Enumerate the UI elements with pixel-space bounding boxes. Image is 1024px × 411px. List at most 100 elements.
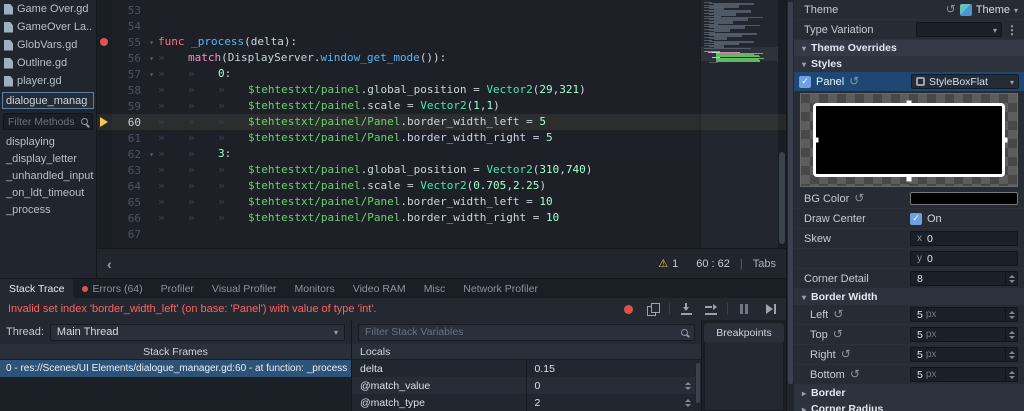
code-line[interactable]: 61»»»$tehtestxt/painel/Panel.border_widt…: [97, 130, 786, 146]
method-list-item[interactable]: _process: [0, 202, 96, 219]
stack-frame-row[interactable]: 0 - res://Scenes/UI Elements/dialogue_ma…: [0, 360, 351, 377]
section-border-width[interactable]: Border Width: [794, 289, 1024, 305]
thread-select[interactable]: Main Thread: [50, 324, 345, 341]
breakpoint-gutter[interactable]: [97, 194, 112, 210]
value-spinner[interactable]: [1005, 368, 1017, 381]
debugger-tab[interactable]: Misc: [415, 279, 455, 298]
type-variation-input[interactable]: [916, 22, 1002, 37]
scrollbar-thumb[interactable]: [788, 2, 793, 384]
locals-scrollbar[interactable]: [695, 361, 701, 411]
revert-icon[interactable]: [833, 328, 843, 341]
method-list-item[interactable]: _unhandled_input: [0, 168, 96, 185]
code-line[interactable]: 58»»»$tehtestxt/painel.global_position =…: [97, 82, 786, 98]
breakpoint-gutter[interactable]: [97, 34, 112, 50]
number-input[interactable]: 5px: [910, 347, 1018, 362]
skew-x-input[interactable]: x 0: [910, 231, 1018, 246]
border-handle[interactable]: [907, 177, 912, 182]
script-file-item[interactable]: GlobVars.gd: [0, 36, 96, 54]
fold-toggle[interactable]: ▾: [145, 54, 158, 63]
code-line[interactable]: 66»»»$tehtestxt/painel/Panel.border_widt…: [97, 210, 786, 226]
skew-y-input[interactable]: y 0: [910, 251, 1018, 266]
revert-icon[interactable]: [850, 368, 860, 381]
border-handle[interactable]: [907, 101, 912, 106]
breakpoint-gutter[interactable]: [97, 2, 112, 18]
code-text[interactable]: »»»$tehtestxt/painel.scale = Vector2(0.7…: [158, 178, 786, 194]
step-over-button[interactable]: [702, 301, 720, 317]
fold-toggle[interactable]: ▾: [145, 150, 158, 159]
inspector-scrollbar[interactable]: [787, 0, 794, 411]
breakpoint-gutter[interactable]: [97, 130, 112, 146]
revert-icon[interactable]: [946, 3, 956, 16]
theme-resource-name[interactable]: Theme: [976, 4, 1010, 16]
section-corner-radius[interactable]: Corner Radius: [794, 401, 1024, 411]
revert-icon[interactable]: [833, 308, 843, 321]
code-text[interactable]: »»»$tehtestxt/painel.scale = Vector2(1,1…: [158, 98, 786, 114]
number-input[interactable]: 5px: [910, 307, 1018, 322]
method-list-item[interactable]: displaying: [0, 134, 96, 151]
kebab-menu-icon[interactable]: [1006, 23, 1018, 37]
code-text[interactable]: »»»$tehtestxt/painel.global_position = V…: [158, 82, 786, 98]
value-spinner[interactable]: [1005, 308, 1017, 321]
revert-icon[interactable]: [849, 75, 859, 88]
locals-row[interactable]: delta0.15: [352, 360, 701, 377]
filter-methods-input[interactable]: [8, 116, 78, 128]
debugger-tab[interactable]: Network Profiler: [454, 279, 547, 298]
stylebox-resource-picker[interactable]: StyleBoxFlat: [911, 74, 1019, 89]
skip-breakpoints-button[interactable]: [619, 301, 637, 317]
debugger-tab[interactable]: Profiler: [152, 279, 203, 298]
border-handle[interactable]: [814, 138, 819, 143]
continue-button[interactable]: [760, 301, 778, 317]
stylebox-panel-row[interactable]: Panel StyleBoxFlat: [794, 72, 1024, 91]
code-text[interactable]: »»0:: [158, 66, 786, 82]
script-file-item[interactable]: Game Over.gd: [0, 0, 96, 18]
code-line[interactable]: 59»»»$tehtestxt/painel.scale = Vector2(1…: [97, 98, 786, 114]
locals-row[interactable]: @match_type2: [352, 394, 701, 411]
break-button[interactable]: [735, 301, 753, 317]
debugger-tab[interactable]: Stack Trace: [0, 279, 73, 298]
code-text[interactable]: »»3:: [158, 146, 786, 162]
local-value[interactable]: 0: [527, 377, 702, 394]
warning-count[interactable]: 1: [672, 258, 678, 270]
debugger-tab[interactable]: Monitors: [286, 279, 344, 298]
border-handle[interactable]: [1003, 138, 1008, 143]
section-theme-overrides[interactable]: Theme Overrides: [794, 40, 1024, 56]
method-list-item[interactable]: _on_ldt_timeout: [0, 185, 96, 202]
debugger-tab[interactable]: Video RAM: [344, 279, 415, 298]
code-line[interactable]: 54: [97, 18, 786, 34]
code-line[interactable]: 64»»»$tehtestxt/painel.scale = Vector2(0…: [97, 178, 786, 194]
section-border[interactable]: Border: [794, 385, 1024, 401]
locals-row[interactable]: @match_value0: [352, 377, 701, 394]
corner-detail-input[interactable]: 8: [910, 271, 1018, 286]
code-line[interactable]: 65»»»$tehtestxt/painel/Panel.border_widt…: [97, 194, 786, 210]
breakpoint-gutter[interactable]: [97, 178, 112, 194]
revert-icon[interactable]: [841, 348, 851, 361]
local-value[interactable]: 2: [527, 394, 702, 411]
stylebox-preview[interactable]: [800, 93, 1018, 187]
value-spinner[interactable]: [685, 382, 691, 390]
code-text[interactable]: »»»$tehtestxt/painel/Panel.border_width_…: [158, 114, 786, 130]
code-text[interactable]: »»»$tehtestxt/painel/Panel.border_width_…: [158, 210, 786, 226]
breakpoint-gutter[interactable]: [97, 18, 112, 34]
revert-icon[interactable]: [854, 192, 864, 205]
breakpoint-gutter[interactable]: [97, 82, 112, 98]
fold-toggle[interactable]: ▾: [145, 70, 158, 79]
draw-center-checkbox[interactable]: [910, 213, 922, 225]
breakpoint-gutter[interactable]: [97, 50, 112, 66]
code-line[interactable]: 67: [97, 226, 786, 242]
code-line[interactable]: 53: [97, 2, 786, 18]
section-styles[interactable]: Styles: [794, 56, 1024, 72]
code-text[interactable]: »»»$tehtestxt/painel.global_position = V…: [158, 162, 786, 178]
code-area[interactable]: 535455▾func _process(delta):56▾»match(Di…: [97, 0, 786, 248]
value-spinner[interactable]: [1005, 328, 1017, 341]
code-line[interactable]: 62▾»»3:: [97, 146, 786, 162]
script-file-item-selected[interactable]: dialogue_manag: [2, 92, 94, 109]
code-line[interactable]: 63»»»$tehtestxt/painel.global_position =…: [97, 162, 786, 178]
code-text[interactable]: »»»$tehtestxt/painel/Panel.border_width_…: [158, 194, 786, 210]
script-file-item[interactable]: player.gd: [0, 72, 96, 90]
number-input[interactable]: 5px: [910, 367, 1018, 382]
breakpoint-gutter[interactable]: [97, 226, 112, 242]
warning-icon[interactable]: [658, 257, 668, 270]
debugger-tab[interactable]: Errors (64): [73, 279, 151, 298]
override-checkbox[interactable]: [799, 76, 811, 88]
value-spinner[interactable]: [685, 399, 691, 407]
